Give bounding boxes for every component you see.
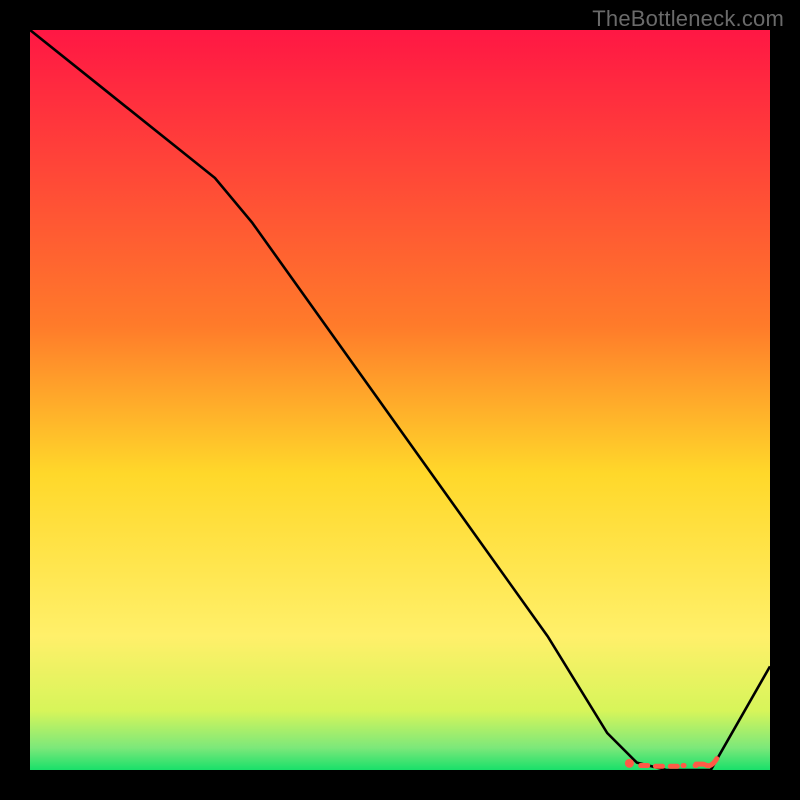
- marker-dash: [653, 764, 665, 769]
- marker-dot: [625, 759, 634, 768]
- chart-plot-area: [30, 30, 770, 770]
- gradient-background: [30, 30, 770, 770]
- chart-svg: [30, 30, 770, 770]
- marker-dash: [638, 763, 650, 768]
- watermark-text: TheBottleneck.com: [592, 6, 784, 32]
- marker-dash: [668, 764, 680, 769]
- marker-dash: [681, 763, 687, 768]
